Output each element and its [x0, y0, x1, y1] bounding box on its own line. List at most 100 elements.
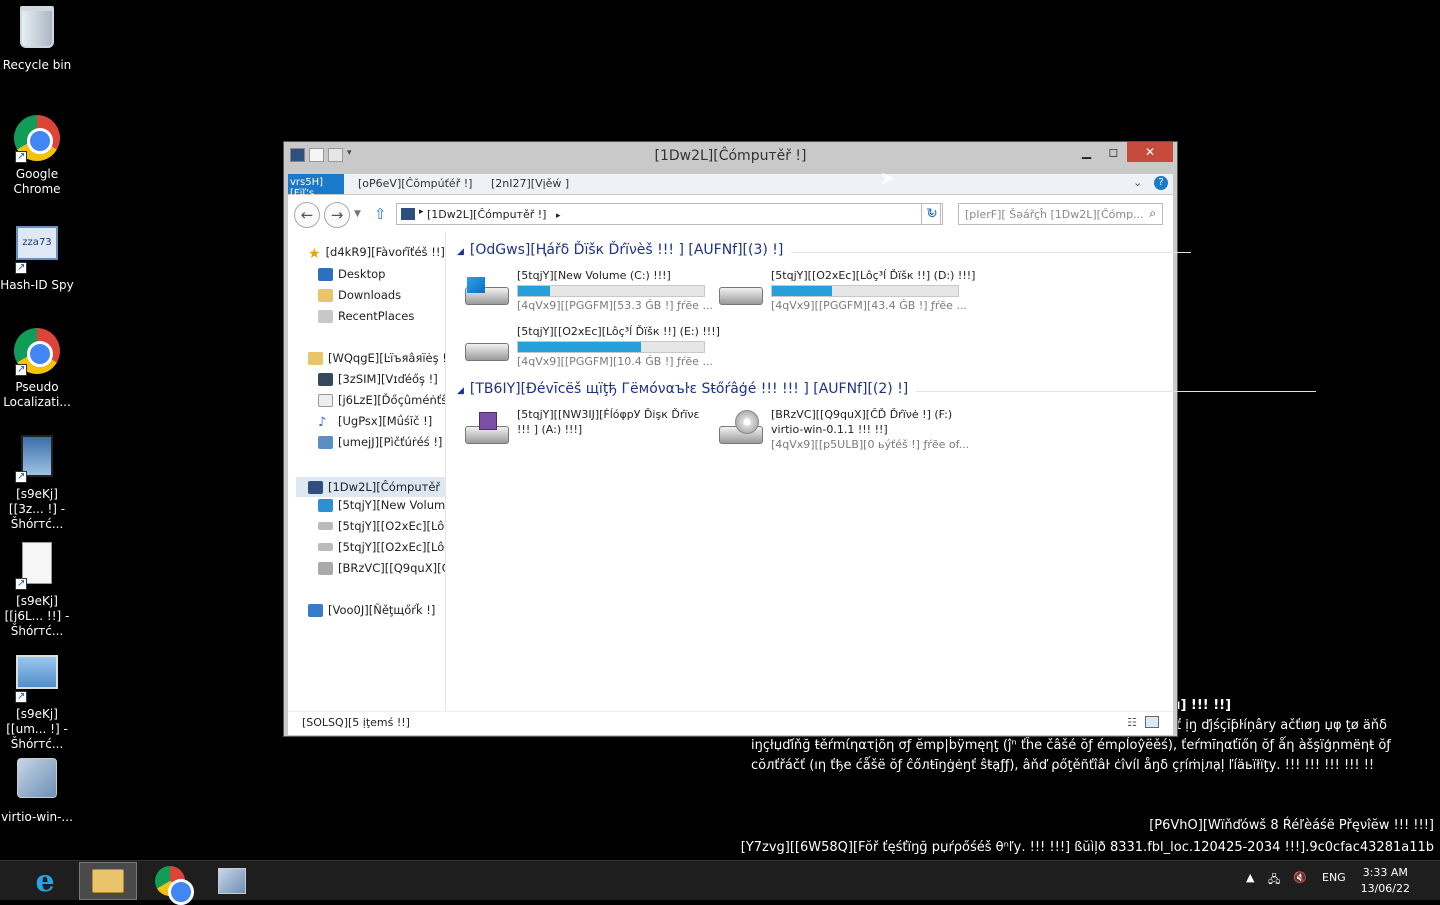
nav-label: [UgPsx][Mǘśĭč !] [338, 414, 433, 428]
drive-name: [5tqjY][[O2xEc][Lôç³ĺ Ďïšк !!] (E:) !!!] [517, 325, 720, 338]
nav-drive-f[interactable]: [BRzVC][[Q9quX][ĈĎ [318, 561, 445, 575]
taskbar-file-explorer[interactable] [79, 862, 137, 900]
address-field[interactable]: ▸ [1Dw2L][Ĉómpuтěř !] ▸ ⌄ [396, 203, 941, 225]
shortcut-arrow-icon [15, 689, 27, 704]
search-icon[interactable]: ⌕ [1149, 206, 1156, 221]
maximize-button[interactable]: ◻ [1100, 142, 1127, 162]
desktop-icon-recycle-bin[interactable]: Recycle bin [0, 6, 74, 73]
nav-downloads[interactable]: Downloads [318, 288, 401, 302]
nav-label: [BRzVC][[Q9quX][ĈĎ [338, 561, 445, 575]
details-view-icon[interactable]: ☷ [1127, 716, 1137, 729]
desktop-icon-label: [s9eKj][[um... !] - Šhórтć... [6, 707, 68, 751]
search-input[interactable]: [pIerF][ Šəářçĥ [1Dw2L][Ĉómp... ⌕ [958, 203, 1163, 225]
hard-drive-icon [318, 522, 333, 530]
installer-icon [17, 758, 57, 798]
desktop-icon-virtio-win[interactable]: virtio-win-... [0, 756, 74, 825]
shortcut-arrow-icon [15, 469, 27, 484]
drive-a-floppy[interactable]: [5tqjY][[NW3IJ][ḞĺóφрУ Ďişк Ďŕїνε !!! ] … [465, 408, 715, 458]
navigation-pane: ★ [d4kR9][Fàvoŕĭťéš !!] Desktop Downloads… [288, 231, 446, 711]
network-tray-icon[interactable]: 🖧 [1268, 871, 1280, 890]
nav-videos[interactable]: [3zSIM][Vɪďéőş !] [318, 372, 438, 386]
hash-id-spy-icon: zza73 [16, 226, 58, 260]
title-bar[interactable]: ▾ [1Dw2L][Ĉómpuтěř !] ▁ ◻ ✕ [284, 142, 1177, 172]
nav-label: [WQqgE][Ŀïъяâяïėş !!] [328, 351, 446, 365]
forward-button[interactable]: → [324, 202, 350, 228]
taskbar-internet-explorer[interactable]: e [16, 862, 74, 900]
desktop-icon-pictures-shortcut[interactable]: [s9eKj][[um... !] - Šhórтć... [0, 649, 74, 752]
nav-drive-c[interactable]: [5tqjY][New Volume [318, 498, 445, 512]
shortcut-arrow-icon [15, 260, 27, 275]
nav-drive-d[interactable]: [5tqjY][[O2xEc][Lôç³ [318, 519, 445, 533]
nav-desktop[interactable]: Desktop [318, 267, 385, 281]
nav-drive-e[interactable]: [5tqjY][[O2xEc][Lôç³ [318, 540, 445, 554]
large-icons-view-icon[interactable] [1145, 716, 1159, 728]
videos-icon [318, 372, 333, 386]
pictures-icon [318, 435, 333, 449]
pictures-icon [16, 655, 58, 689]
volume-muted-icon[interactable]: 🔇 [1293, 871, 1307, 884]
desktop-icon-label: [s9eKj][[3z... !] - Šhórтć... [8, 487, 66, 531]
explorer-window: ▾ [1Dw2L][Ĉómpuтěř !] ▁ ◻ ✕ vrs5H][Fïľ's… [283, 141, 1317, 737]
watermark-line: іŋçłџďíňğ ŧěŕmίηατįõη σƒ ĕmp|ḃÿmęηţ (ĵⁿ … [751, 738, 1391, 753]
desktop-icon-label: Pseudo Localizati... [3, 380, 71, 409]
tab-computer[interactable]: [oP6eV][Ĉŏmpúťéř !] [358, 177, 472, 190]
downloads-icon [318, 288, 333, 302]
minimize-button[interactable]: ▁ [1073, 142, 1100, 162]
language-indicator[interactable]: ENG [1322, 871, 1346, 884]
recent-locations-icon[interactable]: ▼ [354, 209, 361, 219]
window-title: [1Dw2L][Ĉómpuтěř !] [654, 148, 807, 164]
tab-view[interactable]: [2nI27][Vįěẃ ] [491, 177, 569, 190]
desktop-icon-label: Recycle bin [2, 58, 72, 72]
recent-places-icon [318, 309, 333, 323]
shortcut-arrow-icon [15, 576, 27, 591]
show-hidden-icons-button[interactable]: ▲ [1246, 871, 1254, 884]
nav-computer[interactable]: [1Dw2L][Ĉómpuтěř !] [296, 477, 445, 497]
desktop: Recycle bin Google Chrome zza73 Hash-ID … [0, 0, 1440, 860]
clock[interactable]: 3:33 AM 13/06/22 [1361, 865, 1410, 897]
hard-drive-icon [719, 279, 765, 309]
drive-free-space: [4qVx9][[PGGFM][10.4 ĠB !] ƒŕẽе ... [517, 355, 713, 368]
drive-e[interactable]: [5tqjY][[O2xEc][Lôç³ĺ Ďïšк !!] (E:) !!!]… [465, 325, 720, 375]
desktop-icon-hash-id-spy[interactable]: zza73 Hash-ID Spy [0, 222, 74, 293]
nav-label: [umejJ][Pìčťúṙéś !] [338, 435, 443, 449]
clock-date: 13/06/22 [1360, 882, 1410, 895]
help-icon[interactable]: ? [1154, 176, 1168, 190]
tab-file[interactable]: vrs5H][Fïľ's [288, 174, 344, 199]
windows-drive-icon [318, 498, 333, 512]
close-button[interactable]: ✕ [1127, 142, 1173, 162]
watermark-build-number: [Y7zvg][[6W58Q][Fŏř ťęśťïŋğ pџŕρőśéš θⁿľ… [740, 840, 1434, 855]
taskbar-installer[interactable] [203, 862, 261, 900]
desktop-icon-documents-shortcut[interactable]: [s9eKj][[j6L... !!] - Šhórтć... [0, 542, 74, 639]
up-arrow-icon[interactable]: ⇧ [374, 205, 387, 223]
desktop-icon-google-chrome[interactable]: Google Chrome [0, 115, 74, 197]
group-header-hard-disks[interactable]: ◢ [OdGws][Ңářδ Ďïšк Ďŕïνèš !!! ] [AUFNf][… [457, 242, 1193, 258]
group-header-removable[interactable]: ◢ [TB6IY][Ðévīcëš щïţђ Гёмόναъŀε Sŧőŕâģé … [457, 381, 1317, 397]
drive-usage-bar [771, 285, 959, 297]
drive-free-space: [4qVx9][[PGGFM][53.3 ĠB !] ƒŕẽе ... [517, 299, 713, 312]
nav-network[interactable]: [Voo0J][Ñěţщőŕǩ !] [308, 603, 435, 617]
back-button[interactable]: ← [294, 202, 320, 228]
desktop-icon-pseudo-localization[interactable]: Pseudo Localizati... [0, 328, 74, 410]
nav-music[interactable]: ♪ [UgPsx][Mǘśĭč !] [318, 414, 433, 430]
desktop-icon-videos-shortcut[interactable]: [s9eKj][[3z... !] - Šhórтć... [0, 435, 74, 532]
shortcut-arrow-icon [15, 362, 27, 377]
nav-pictures[interactable]: [umejJ][Pìčťúṙéś !] [318, 435, 442, 449]
drive-name: [BRzVC][[Q9quX][ĈĎ Ďŕïνė !] (F:) [771, 408, 953, 421]
nav-documents[interactable]: [j6LzE][Ďőçûméṅťŝ ! [318, 393, 445, 407]
drive-c[interactable]: [5tqjY][New Volume (C:) !!!] [4qVx9][[PG… [465, 269, 715, 319]
taskbar-chrome[interactable] [141, 862, 199, 905]
chrome-icon [155, 866, 194, 905]
nav-recent-places[interactable]: RecentPlaces [318, 309, 414, 323]
refresh-button[interactable]: ↻ [921, 203, 943, 225]
libraries-icon [308, 351, 323, 365]
nav-libraries[interactable]: [WQqgE][Ŀïъяâяïėş !!] [308, 351, 446, 365]
watermark-build-name: [P6VhO][Wïňďówš 8 Ŕéľèáśë Přęνîĕw !!! !!… [1149, 818, 1434, 833]
expand-ribbon-icon[interactable]: ⌄ [1133, 176, 1142, 189]
drive-d[interactable]: [5tqjY][[O2xEc][Lôç³ĺ Ďïšк !!] (D:) !!!]… [719, 269, 975, 319]
drive-usage-bar [517, 341, 705, 353]
drive-f-cd[interactable]: [BRzVC][[Q9quX][ĈĎ Ďŕïνė !] (F:) virtio-… [719, 408, 969, 458]
nav-label: Downloads [338, 288, 402, 302]
breadcrumb-computer[interactable]: [1Dw2L][Ĉómpuтěř !] [427, 208, 546, 221]
nav-favorites[interactable]: ★ [d4kR9][Fàvoŕĭťéš !!] [308, 245, 445, 262]
cd-drive-icon [719, 410, 765, 448]
